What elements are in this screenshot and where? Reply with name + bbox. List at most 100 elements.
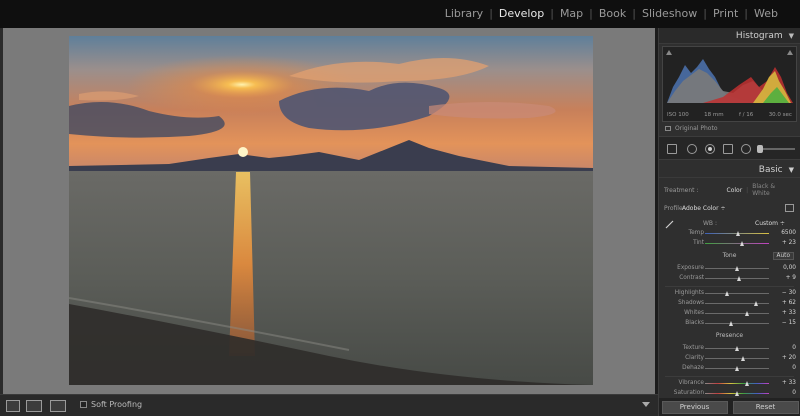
slider-value[interactable]: 0,00: [783, 265, 796, 271]
tone-label: Tone: [722, 252, 737, 259]
soft-proofing-toggle[interactable]: Soft Proofing: [80, 400, 142, 409]
collapse-triangle-icon[interactable]: ▼: [789, 166, 794, 174]
module-develop[interactable]: Develop: [493, 7, 550, 20]
toolbar-menu-arrow-icon[interactable]: [642, 402, 650, 407]
slider-knob[interactable]: [754, 301, 759, 306]
histogram[interactable]: ISO 100 18 mm f / 16 30.0 sec: [662, 46, 797, 122]
slider-whites[interactable]: Whites + 33: [659, 309, 800, 319]
slider-track[interactable]: [705, 321, 769, 326]
slider-value[interactable]: + 62: [782, 300, 796, 306]
slider-tint[interactable]: Tint + 23: [659, 239, 800, 249]
slider-track[interactable]: [705, 391, 769, 396]
collapse-triangle-icon[interactable]: ▼: [789, 32, 794, 40]
slider-value[interactable]: 6500: [781, 230, 796, 236]
slider-value[interactable]: 0: [792, 390, 796, 396]
module-print[interactable]: Print: [707, 7, 744, 20]
presence-section: Presence: [659, 332, 800, 344]
slider-blacks[interactable]: Blacks − 15: [659, 319, 800, 329]
module-map[interactable]: Map: [554, 7, 589, 20]
slider-track[interactable]: [705, 311, 769, 316]
slider-track[interactable]: [705, 276, 769, 281]
treatment-row: Treatment : Color | Black & White: [659, 178, 800, 201]
slider-vibrance[interactable]: Vibrance + 33: [659, 379, 800, 389]
slider-track[interactable]: [705, 231, 769, 236]
graduated-filter-icon[interactable]: [723, 144, 733, 154]
module-library[interactable]: Library: [439, 7, 489, 20]
slider-texture[interactable]: Texture 0: [659, 344, 800, 354]
spot-removal-icon[interactable]: [687, 144, 697, 154]
slider-knob[interactable]: [739, 241, 744, 246]
slider-knob[interactable]: [724, 291, 729, 296]
histogram-header[interactable]: Histogram ▼: [659, 28, 800, 44]
slider-value[interactable]: + 9: [786, 275, 796, 281]
radial-filter-icon[interactable]: [741, 144, 751, 154]
reset-button[interactable]: Reset: [732, 400, 799, 414]
slider-knob[interactable]: [734, 346, 739, 351]
auto-button[interactable]: Auto: [772, 252, 794, 260]
slider-knob[interactable]: [737, 276, 742, 281]
slider-value[interactable]: − 15: [782, 320, 796, 326]
slider-contrast[interactable]: Contrast + 9: [659, 274, 800, 284]
slider-shadows[interactable]: Shadows + 62: [659, 299, 800, 309]
crop-icon[interactable]: [667, 144, 677, 154]
slider-value[interactable]: 0: [792, 365, 796, 371]
treatment-color-button[interactable]: Color: [723, 186, 747, 195]
slider-value[interactable]: 0: [792, 345, 796, 351]
profile-select[interactable]: Adobe Color ÷: [682, 205, 726, 212]
original-photo-icon: [665, 126, 671, 131]
previous-button[interactable]: Previous: [661, 400, 728, 414]
slider-value[interactable]: + 20: [782, 355, 796, 361]
slider-track[interactable]: [705, 356, 769, 361]
slider-track[interactable]: [705, 381, 769, 386]
slider-knob[interactable]: [740, 356, 745, 361]
slider-track[interactable]: [705, 241, 769, 246]
treatment-bw-button[interactable]: Black & White: [748, 182, 796, 198]
brush-slider[interactable]: [757, 145, 795, 153]
photo-image: [69, 36, 593, 385]
module-picker: Library | Develop | Map | Book | Slidesh…: [439, 7, 784, 20]
slider-value[interactable]: + 33: [782, 380, 796, 386]
slider-label: Whites: [684, 310, 704, 316]
compare-view-icon[interactable]: [26, 400, 42, 412]
slider-knob[interactable]: [734, 391, 739, 396]
basic-title: Basic: [758, 164, 783, 175]
slider-label: Temp: [688, 230, 704, 236]
slider-knob[interactable]: [744, 311, 749, 316]
slider-knob[interactable]: [744, 381, 749, 386]
module-web[interactable]: Web: [748, 7, 784, 20]
slider-knob[interactable]: [734, 366, 739, 371]
slider-value[interactable]: + 33: [782, 310, 796, 316]
slider-highlights[interactable]: Highlights − 30: [659, 289, 800, 299]
slider-track[interactable]: [705, 366, 769, 371]
slider-value[interactable]: + 23: [782, 240, 796, 246]
loupe-view-icon[interactable]: [6, 400, 20, 412]
eyedropper-icon[interactable]: [665, 219, 675, 229]
exif-shutter: 30.0 sec: [768, 112, 792, 118]
divider: [665, 286, 794, 287]
slider-knob[interactable]: [735, 231, 740, 236]
slider-track[interactable]: [705, 291, 769, 296]
soft-proofing-checkbox[interactable]: [80, 401, 87, 408]
slider-knob[interactable]: [734, 266, 739, 271]
profile-browser-icon[interactable]: [785, 204, 794, 212]
slider-value[interactable]: − 30: [782, 290, 796, 296]
slider-track[interactable]: [705, 346, 769, 351]
wb-label: WB :: [703, 220, 717, 227]
slider-exposure[interactable]: Exposure 0,00: [659, 264, 800, 274]
slider-temp[interactable]: Temp 6500: [659, 229, 800, 239]
slider-clarity[interactable]: Clarity + 20: [659, 354, 800, 364]
slider-knob[interactable]: [729, 321, 734, 326]
basic-header[interactable]: Basic ▼: [659, 162, 800, 178]
brush-slider-knob[interactable]: [757, 145, 763, 153]
slider-dehaze[interactable]: Dehaze 0: [659, 364, 800, 374]
sunset-photo[interactable]: [69, 36, 593, 385]
wb-select[interactable]: Custom ÷: [755, 220, 785, 227]
slider-track[interactable]: [705, 266, 769, 271]
module-slideshow[interactable]: Slideshow: [636, 7, 703, 20]
survey-view-icon[interactable]: [50, 400, 66, 412]
red-eye-icon[interactable]: [705, 144, 715, 154]
image-view[interactable]: [0, 28, 655, 394]
module-bar: Library | Develop | Map | Book | Slidesh…: [0, 0, 800, 28]
slider-track[interactable]: [705, 301, 769, 306]
module-book[interactable]: Book: [593, 7, 632, 20]
